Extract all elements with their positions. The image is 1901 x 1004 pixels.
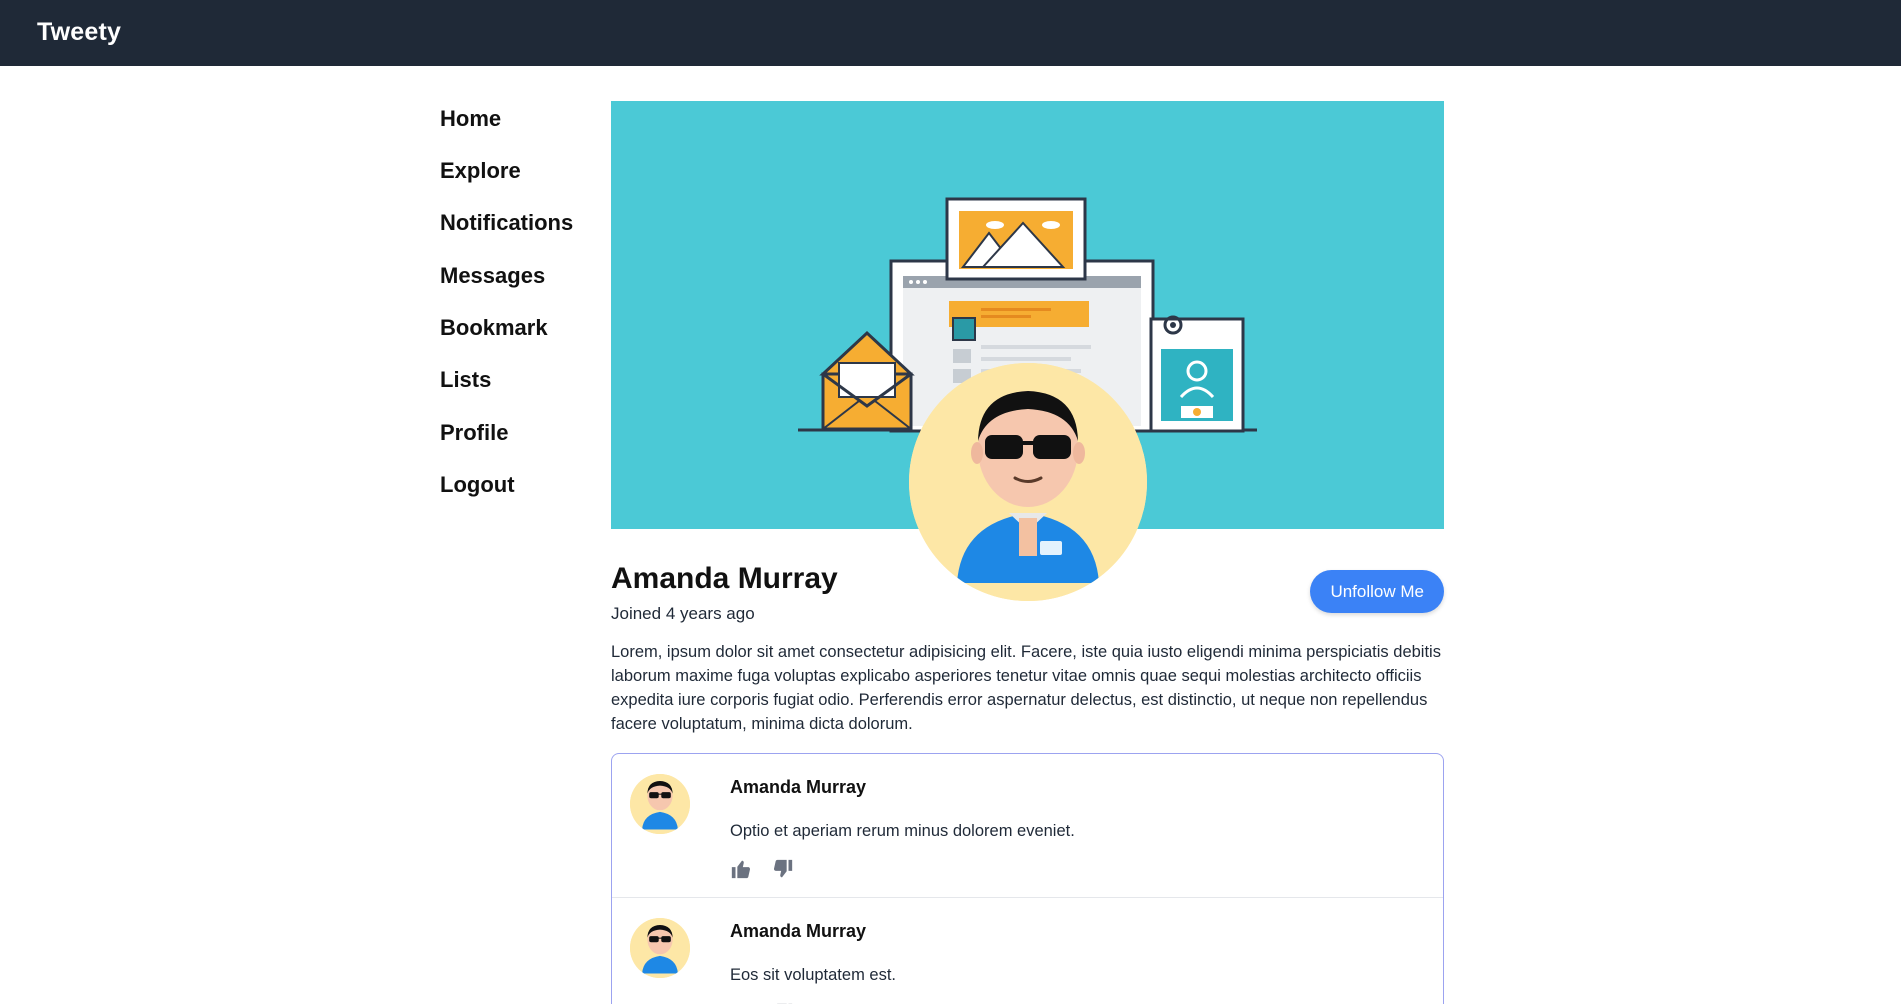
sidebar-item-logout[interactable]: Logout xyxy=(440,472,515,498)
thumbs-down-icon[interactable] xyxy=(772,858,794,880)
top-navbar: Tweety xyxy=(0,0,1901,66)
unfollow-button[interactable]: Unfollow Me xyxy=(1310,570,1444,613)
tweet-item: Amanda Murray Eos sit voluptatem est. xyxy=(612,898,1443,1004)
tweet-body: Eos sit voluptatem est. xyxy=(730,966,896,984)
profile-avatar xyxy=(909,363,1147,601)
sidebar-item-home[interactable]: Home xyxy=(440,106,501,132)
thumbs-up-icon[interactable] xyxy=(730,858,752,880)
tweet-author[interactable]: Amanda Murray xyxy=(730,777,866,798)
sidebar-item-notifications[interactable]: Notifications xyxy=(440,210,573,236)
sidebar-item-lists[interactable]: Lists xyxy=(440,367,491,393)
brand-logo-link[interactable]: Tweety xyxy=(37,18,121,47)
avatar[interactable] xyxy=(630,918,690,978)
tweet-list: Amanda Murray Optio et aperiam rerum min… xyxy=(611,753,1444,1004)
tweet-body: Optio et aperiam rerum minus dolorem eve… xyxy=(730,822,1075,840)
avatar[interactable] xyxy=(630,774,690,834)
sidebar-item-messages[interactable]: Messages xyxy=(440,263,545,289)
sidebar-item-bookmark[interactable]: Bookmark xyxy=(440,315,548,341)
profile-joined-date: Joined 4 years ago xyxy=(611,604,755,623)
profile-name: Amanda Murray xyxy=(611,562,838,595)
sidebar-item-profile[interactable]: Profile xyxy=(440,420,508,446)
sidebar-item-explore[interactable]: Explore xyxy=(440,158,521,184)
tweet-item: Amanda Murray Optio et aperiam rerum min… xyxy=(612,754,1443,898)
profile-bio: Lorem, ipsum dolor sit amet consectetur … xyxy=(611,643,1441,733)
tweet-author[interactable]: Amanda Murray xyxy=(730,921,866,942)
